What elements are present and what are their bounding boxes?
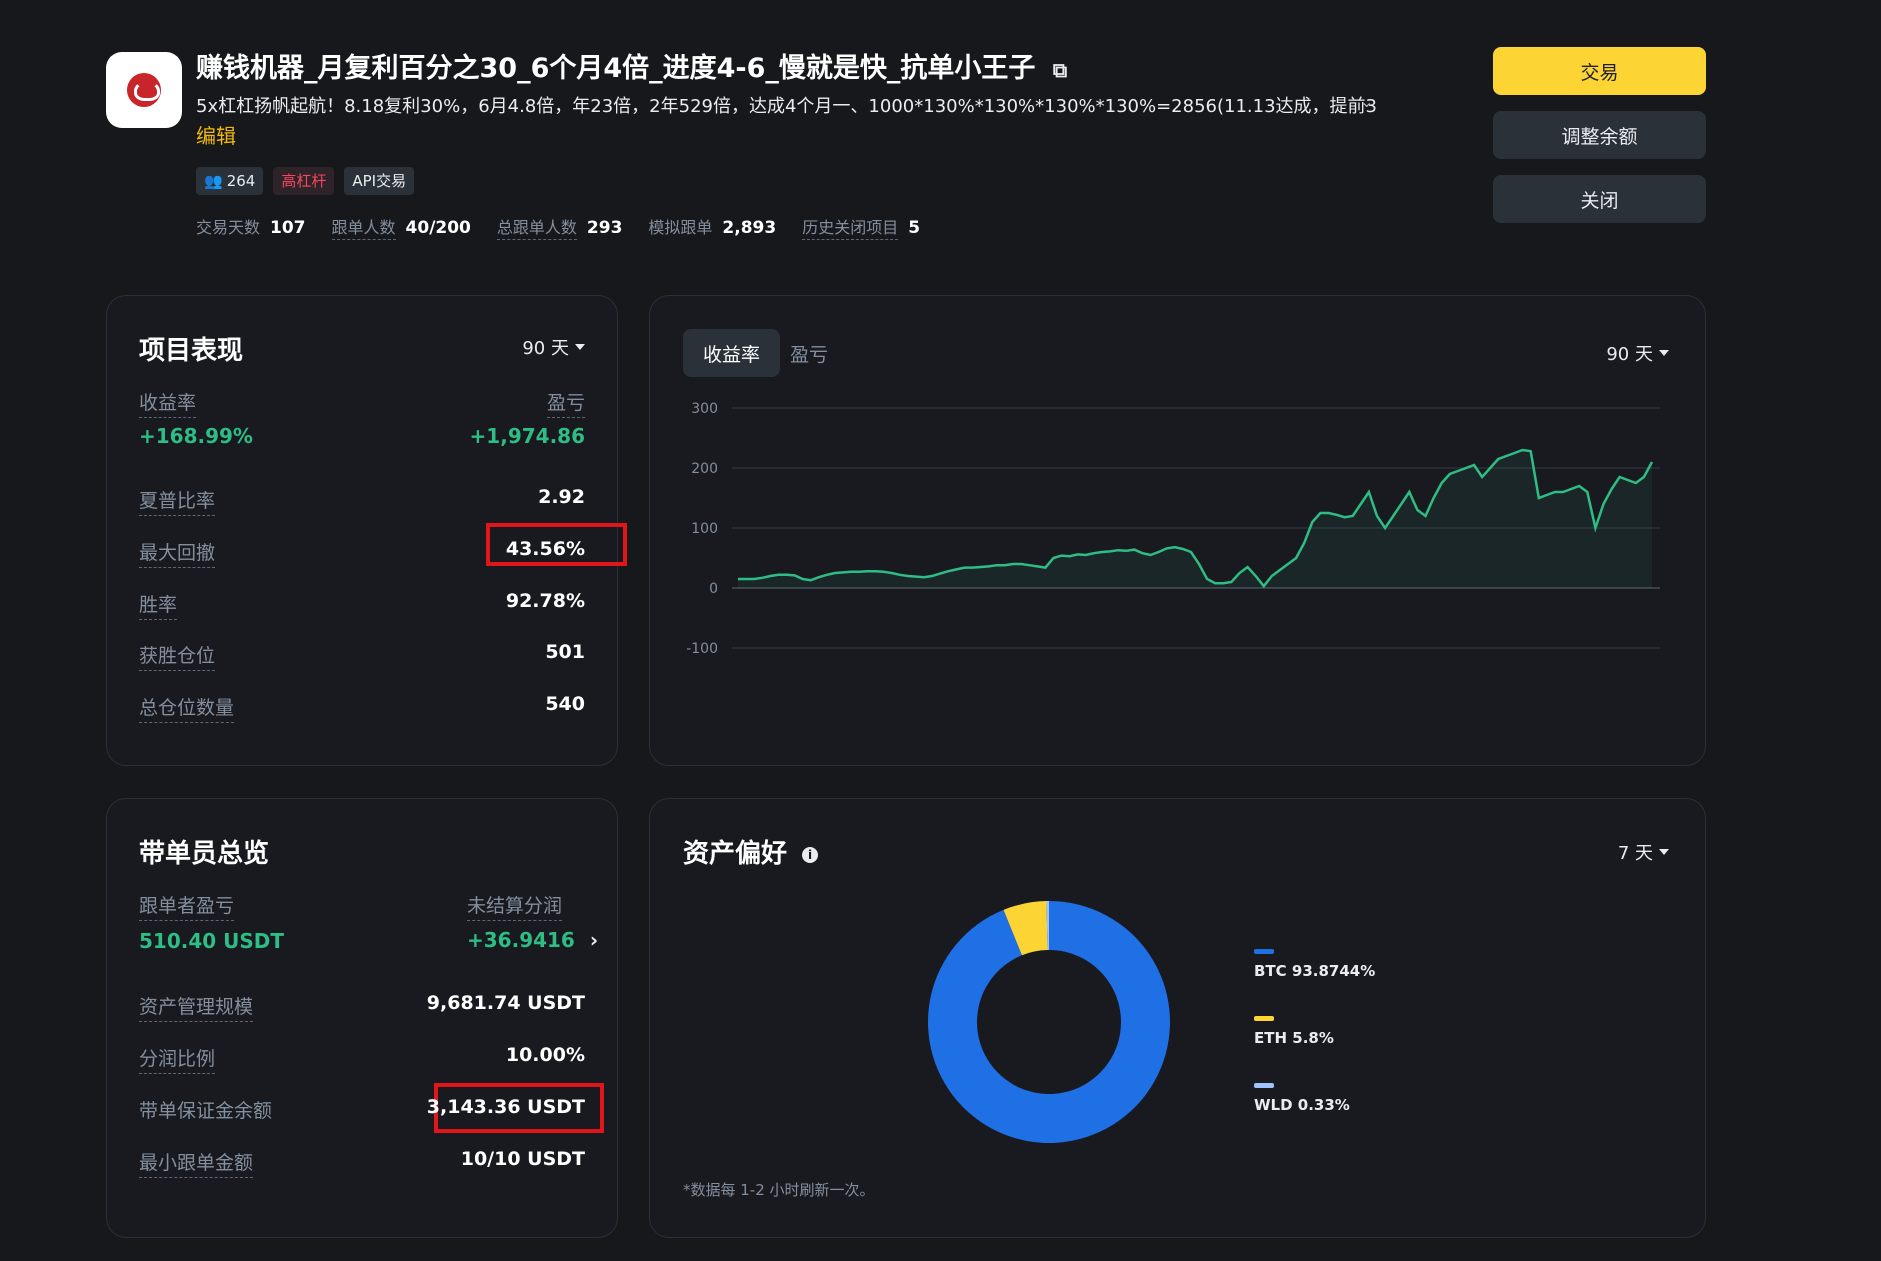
performance-card: 项目表现 90 天 收益率 盈亏 +168.99% +1,974.86 夏普比率… [106, 295, 627, 766]
y-tick-label: 200 [691, 461, 718, 477]
sharpe-value: 2.92 [538, 486, 585, 508]
min-copy-amount-label: 最小跟单金额 [139, 1148, 254, 1178]
page-title: 赚钱机器_月复利百分之30_6个月4倍_进度4-6_慢就是快_抗单小王子 ⧉ [196, 53, 1068, 84]
tab-roi[interactable]: 收益率 [683, 329, 781, 377]
max-drawdown-value: 43.56% [505, 538, 585, 560]
stat-simulated-followers: 模拟跟单 2,893 [648, 218, 777, 238]
asset-preference-title: 资产偏好 i [683, 833, 819, 870]
caret-down-icon [575, 344, 585, 350]
y-tick-label: 100 [691, 521, 718, 537]
total-positions-value: 540 [545, 693, 585, 715]
legend-btc: BTC 93.8744% [1254, 949, 1375, 980]
profit-share-value: 10.00% [505, 1044, 585, 1066]
pnl-value: +1,974.86 [469, 424, 585, 448]
chart-period-select[interactable]: 90 天 [1606, 340, 1669, 366]
roi-value: +168.99% [139, 424, 253, 448]
overview-card: 带单员总览 跟单者盈亏 未结算分润 510.40 USDT +36.9416 ›… [106, 798, 618, 1238]
close-project-button[interactable]: 关闭 [1493, 175, 1706, 223]
max-drawdown-label: 最大回撤 [139, 538, 216, 568]
trader-avatar [106, 52, 182, 128]
roi-label: 收益率 [139, 388, 197, 418]
tag-list: 👥 264 高杠杆 API交易 [196, 167, 415, 195]
pnl-label: 盈亏 [546, 388, 585, 418]
follower-pnl-value: 510.40 USDT [139, 929, 285, 953]
stat-closed-projects: 历史关闭项目 5 [802, 218, 921, 240]
eth-swatch [1254, 1016, 1274, 1021]
caret-down-icon [1659, 350, 1669, 356]
aum-value: 9,681.74 USDT [426, 992, 585, 1014]
win-rate-label: 胜率 [139, 590, 178, 620]
winning-positions-label: 获胜仓位 [139, 641, 216, 671]
caret-down-icon [1659, 849, 1669, 855]
adjust-balance-button[interactable]: 调整余额 [1493, 111, 1706, 159]
tab-pnl[interactable]: 盈亏 [770, 329, 848, 377]
trade-button[interactable]: 交易 [1493, 47, 1706, 95]
btc-swatch [1254, 949, 1274, 954]
overview-title: 带单员总览 [139, 839, 270, 869]
winning-positions-value: 501 [545, 641, 585, 663]
stats-bar: 交易天数 107 跟单人数 40/200 总跟单人数 293 模拟跟单 2,893 历史… [196, 214, 921, 240]
min-copy-amount-value: 10/10 USDT [460, 1148, 585, 1170]
chevron-right-icon: › [589, 928, 599, 952]
project-description: 5x杠杠扬帆起航！8.18复利30%，6月4.8倍，年23倍，2年529倍，达成… [196, 96, 1376, 117]
edit-link[interactable]: 编辑 [196, 120, 236, 149]
asset-preference-card: 资产偏好 i 7 天 BTC 93.8744% ETH 5.8% WLD 0.3… [649, 798, 1706, 1238]
refresh-footnote: *数据每 1-2 小时刷新一次。 [683, 1181, 875, 1199]
sharpe-label: 夏普比率 [139, 486, 216, 516]
aum-label: 资产管理规模 [139, 992, 254, 1022]
users-icon: 👥 [204, 172, 223, 190]
performance-title: 项目表现 [139, 336, 244, 366]
asset-donut-chart [928, 901, 1170, 1143]
chart-y-axis: 300 200 100 0 -100 [686, 401, 718, 656]
y-tick-label: 300 [691, 401, 718, 417]
profit-share-label: 分润比例 [139, 1044, 216, 1074]
asset-period-select[interactable]: 7 天 [1618, 839, 1669, 865]
legend-eth: ETH 5.8% [1254, 1016, 1334, 1047]
logo-icon [127, 73, 161, 107]
win-rate-value: 92.78% [505, 590, 585, 612]
roi-chart: 300 200 100 0 -100 [686, 401, 1660, 656]
margin-balance-label: 带单保证金余额 [139, 1100, 273, 1122]
stat-total-followers: 总跟单人数 293 [496, 218, 623, 240]
followers-badge: 👥 264 [196, 167, 264, 195]
stat-trading-days: 交易天数 107 [196, 218, 306, 238]
unsettled-profit-value[interactable]: +36.9416 › [467, 928, 598, 952]
donut-slices [928, 901, 1170, 1143]
roi-area-fill [738, 450, 1652, 588]
follower-pnl-label: 跟单者盈亏 [139, 891, 235, 921]
chart-card: 收益率 盈亏 90 天 300 200 100 0 -100 [649, 295, 1706, 766]
total-positions-label: 总仓位数量 [139, 693, 235, 723]
high-leverage-badge: 高杠杆 [273, 167, 335, 195]
y-tick-label: 0 [709, 581, 718, 597]
api-trading-badge: API交易 [344, 167, 415, 195]
chevron-down-icon[interactable]: ⌄ [1360, 92, 1373, 111]
performance-period-select[interactable]: 90 天 [522, 334, 585, 360]
info-icon[interactable]: i [802, 846, 819, 863]
unsettled-profit-label: 未结算分润 [467, 891, 563, 921]
wld-swatch [1254, 1083, 1274, 1088]
share-link-icon[interactable]: ⧉ [1053, 58, 1067, 82]
stat-followers: 跟单人数 40/200 [331, 218, 471, 240]
y-tick-label: -100 [686, 641, 718, 656]
legend-wld: WLD 0.33% [1254, 1083, 1350, 1114]
margin-balance-value: 3,143.36 USDT [426, 1096, 585, 1118]
